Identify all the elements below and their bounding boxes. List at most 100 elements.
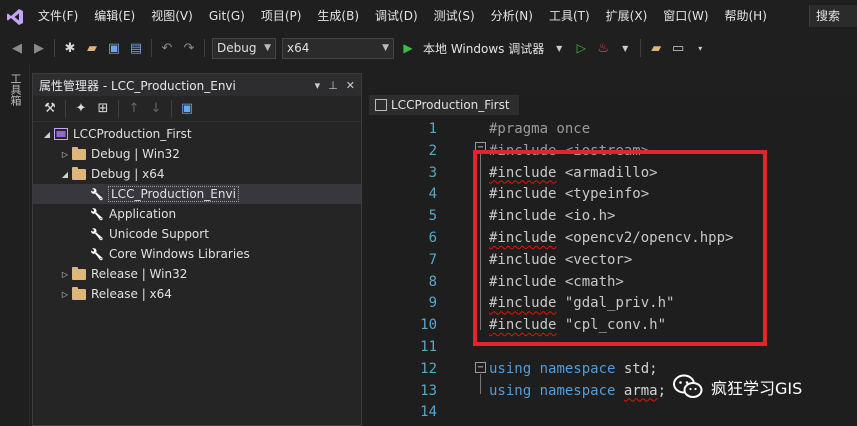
toolbar-separator xyxy=(151,39,152,57)
menu-item[interactable]: 项目(P) xyxy=(253,0,310,33)
chevron-down-icon: ▼ xyxy=(264,42,271,53)
code-line: 1 #pragma once xyxy=(369,118,857,140)
file-icon xyxy=(375,99,387,111)
menu-item[interactable]: 文件(F) xyxy=(30,0,86,33)
collapsed-arrow-icon[interactable]: ▷ xyxy=(59,290,71,299)
start-debugging-icon[interactable]: ▶ xyxy=(399,39,417,57)
menu-item[interactable]: 生成(B) xyxy=(309,0,367,33)
add-new-property-sheet-icon[interactable]: ✦ xyxy=(72,100,90,118)
menu-item[interactable]: 调试(D) xyxy=(367,0,426,33)
line-number: 12 xyxy=(420,360,437,377)
property-manager-panel: 属性管理器 - LCC_Production_Envi ▾ ⊥ ✕ ⚒ ✦ ⊞ … xyxy=(32,73,362,426)
menu-item[interactable]: 测试(S) xyxy=(426,0,483,33)
tree-item[interactable]: 🔧 Unicode Support xyxy=(33,224,361,244)
code-token: ; xyxy=(657,382,667,399)
error-token: arma xyxy=(623,382,658,399)
toolbox-tab[interactable]: 工具箱 xyxy=(9,73,23,106)
navigate-back-icon[interactable]: ◀ xyxy=(8,39,26,57)
chevron-down-icon: ▼ xyxy=(382,42,389,53)
toolbar-separator xyxy=(65,99,66,118)
code-token: using xyxy=(489,360,532,377)
move-up-icon[interactable]: ↑ xyxy=(125,100,143,118)
hot-reload-icon[interactable]: ♨ xyxy=(594,39,612,57)
collapsed-arrow-icon[interactable]: ▷ xyxy=(59,150,71,159)
tree-item[interactable]: 🔧 Application xyxy=(33,204,361,224)
watermark: 疯狂学习GIS xyxy=(673,372,802,402)
properties-wrench-icon[interactable]: ⚒ xyxy=(41,100,59,118)
open-folder-icon[interactable]: ▰ xyxy=(83,39,101,57)
menu-item[interactable]: Git(G) xyxy=(201,0,253,33)
tree-item-label: Release | Win32 xyxy=(91,267,188,281)
code-text: using namespace arma; xyxy=(489,380,666,402)
search-box[interactable]: 搜索 xyxy=(809,5,857,27)
undo-icon[interactable]: ↶ xyxy=(158,39,176,57)
code-line: 14 xyxy=(369,401,857,423)
line-number: 5 xyxy=(428,208,437,225)
tree-item[interactable]: ◢ LCCProduction_First xyxy=(33,124,361,144)
tree-item[interactable]: ▷ Release | x64 xyxy=(33,284,361,304)
tree-item-label: Core Windows Libraries xyxy=(109,247,250,261)
menu-item[interactable]: 窗口(W) xyxy=(655,0,716,33)
editor-tab-title: LCCProduction_First xyxy=(391,98,510,112)
menu-item[interactable]: 视图(V) xyxy=(143,0,201,33)
wrench-icon: 🔧 xyxy=(90,187,104,201)
tree-item[interactable]: ◢ Debug | x64 xyxy=(33,164,361,184)
tree-item[interactable]: 🔧 Core Windows Libraries xyxy=(33,244,361,264)
menu-item[interactable]: 帮助(H) xyxy=(717,0,775,33)
collapsed-arrow-icon[interactable]: ▷ xyxy=(59,270,71,279)
pin-icon[interactable]: ⊥ xyxy=(328,79,338,92)
line-number: 3 xyxy=(428,164,437,181)
folder-icon xyxy=(71,286,87,301)
save-icon[interactable]: ▣ xyxy=(105,39,123,57)
line-number: 8 xyxy=(428,273,437,290)
menu-item[interactable]: 编辑(E) xyxy=(86,0,143,33)
expanded-arrow-icon[interactable]: ◢ xyxy=(59,170,71,179)
save-all-icon[interactable]: ▤ xyxy=(127,39,145,57)
solution-platform-dropdown[interactable]: x64 ▼ xyxy=(282,37,394,59)
redo-icon[interactable]: ↷ xyxy=(180,39,198,57)
menu-item[interactable]: 分析(N) xyxy=(483,0,541,33)
editor-tab[interactable]: LCCProduction_First xyxy=(369,95,519,115)
tree-item-label: Debug | x64 xyxy=(91,167,165,181)
toolbar-separator xyxy=(118,99,119,118)
property-manager-toolbar: ⚒ ✦ ⊞ ↑ ↓ ▣ xyxy=(33,96,361,122)
window-position-icon[interactable]: ▾ xyxy=(315,79,321,92)
folder-icon xyxy=(71,146,87,161)
code-token: std; xyxy=(615,360,658,377)
new-project-icon[interactable]: ✱ xyxy=(61,39,79,57)
add-existing-property-sheet-icon[interactable]: ⊞ xyxy=(94,100,112,118)
property-tree: ◢ LCCProduction_First ▷ Debug | Win32 ◢ Debug… xyxy=(33,122,361,304)
tree-item[interactable]: ▷ Debug | Win32 xyxy=(33,144,361,164)
close-icon[interactable]: ✕ xyxy=(346,79,355,92)
solution-explorer-icon[interactable]: ▰ xyxy=(647,39,665,57)
chevron-down-icon[interactable]: ▼ xyxy=(550,39,568,57)
menu-item[interactable]: 工具(T) xyxy=(541,0,598,33)
toolbar-separator xyxy=(54,39,55,57)
solution-configuration-dropdown[interactable]: Debug ▼ xyxy=(212,37,276,59)
window-layout-icon[interactable]: ▭ xyxy=(669,39,687,57)
toolbar-options-icon[interactable]: ▾ xyxy=(691,39,709,57)
tree-item-label: LCCProduction_First xyxy=(73,127,192,141)
start-without-debugging-icon[interactable]: ▷ xyxy=(572,39,590,57)
highlight-annotation-box xyxy=(473,150,767,346)
line-number: 7 xyxy=(428,251,437,268)
start-debugging-button[interactable]: 本地 Windows 调试器 xyxy=(423,40,544,57)
line-number: 6 xyxy=(428,230,437,246)
folder-shape xyxy=(72,166,86,180)
move-down-icon[interactable]: ↓ xyxy=(147,100,165,118)
line-number: 9 xyxy=(428,295,437,312)
tree-item[interactable]: 🔧 LCC_Production_Envi xyxy=(33,184,361,204)
tree-item[interactable]: ▷ Release | Win32 xyxy=(33,264,361,284)
visual-studio-logo-icon[interactable] xyxy=(0,0,30,33)
navigate-forward-icon[interactable]: ▶ xyxy=(30,39,48,57)
save-icon[interactable]: ▣ xyxy=(178,100,196,118)
menu-item[interactable]: 扩展(X) xyxy=(598,0,656,33)
code-text: #pragma once xyxy=(489,118,590,140)
toolbar-separator xyxy=(640,39,642,57)
standard-toolbar: ◀ ▶ ✱ ▰ ▣ ▤ ↶ ↷ Debug ▼ x64 ▼ ▶ 本地 Windo… xyxy=(0,33,857,63)
chevron-down-icon[interactable]: ▼ xyxy=(616,39,634,57)
expanded-arrow-icon[interactable]: ◢ xyxy=(41,130,53,139)
folder-open-icon xyxy=(71,166,87,181)
